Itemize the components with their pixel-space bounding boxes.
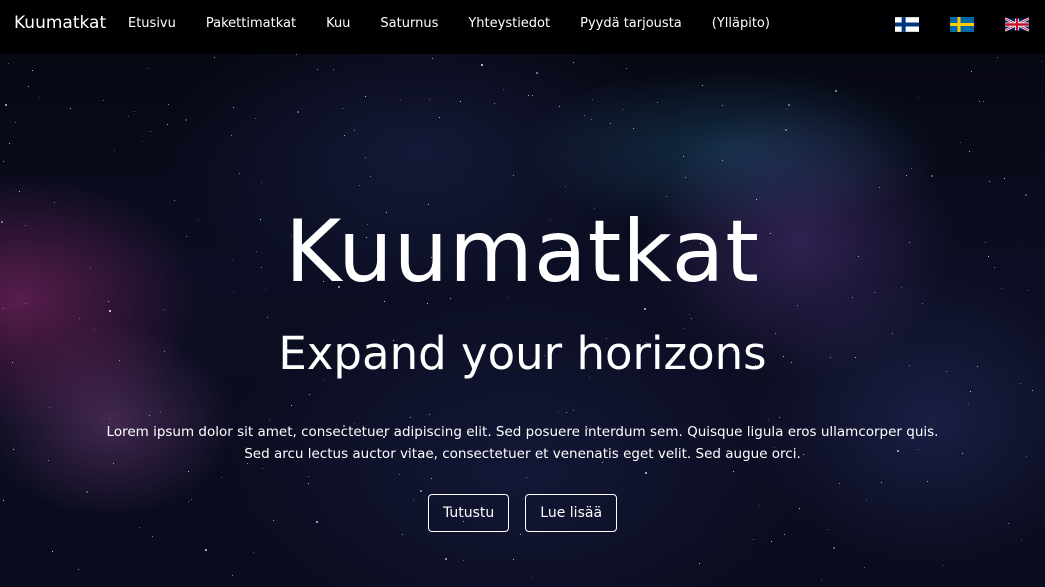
nav-link-pakettimatkat[interactable]: Pakettimatkat (206, 16, 296, 31)
nav-link-saturnus[interactable]: Saturnus (380, 16, 438, 31)
lue-lisaa-button[interactable]: Lue lisää (525, 494, 618, 532)
nav-link-kuu[interactable]: Kuu (326, 16, 350, 31)
hero-description-line-1: Lorem ipsum dolor sit amet, consectetuer… (106, 424, 939, 440)
finland-flag-icon[interactable] (895, 15, 919, 34)
uk-flag-icon[interactable] (1005, 15, 1029, 34)
navbar: Kuumatkat Etusivu Pakettimatkat Kuu Satu… (0, 0, 1045, 54)
hero-title: Kuumatkat (284, 202, 761, 302)
hero-buttons: Tutustu Lue lisää (0, 494, 1045, 532)
language-flags (895, 15, 1029, 34)
page: Kuumatkat Etusivu Pakettimatkat Kuu Satu… (0, 0, 1045, 587)
hero-description: Lorem ipsum dolor sit amet, consectetuer… (100, 421, 945, 465)
hero-section: Kuumatkat Expand your horizons Lorem ips… (0, 54, 1045, 587)
tutustu-button[interactable]: Tutustu (427, 494, 510, 532)
sweden-flag-icon[interactable] (950, 15, 974, 34)
nav-links: Etusivu Pakettimatkat Kuu Saturnus Yhtey… (128, 16, 800, 31)
hero-description-line-2: Sed arcu lectus auctor vitae, consectetu… (244, 446, 801, 462)
nav-link-yhteystiedot[interactable]: Yhteystiedot (468, 16, 550, 31)
nav-link-etusivu[interactable]: Etusivu (128, 16, 176, 31)
brand-link[interactable]: Kuumatkat (14, 13, 106, 33)
hero-subtitle: Expand your horizons (278, 327, 767, 380)
nav-link-pyyda-tarjousta[interactable]: Pyydä tarjousta (580, 16, 682, 31)
nav-link-yllapito[interactable]: (Ylläpito) (712, 16, 770, 31)
